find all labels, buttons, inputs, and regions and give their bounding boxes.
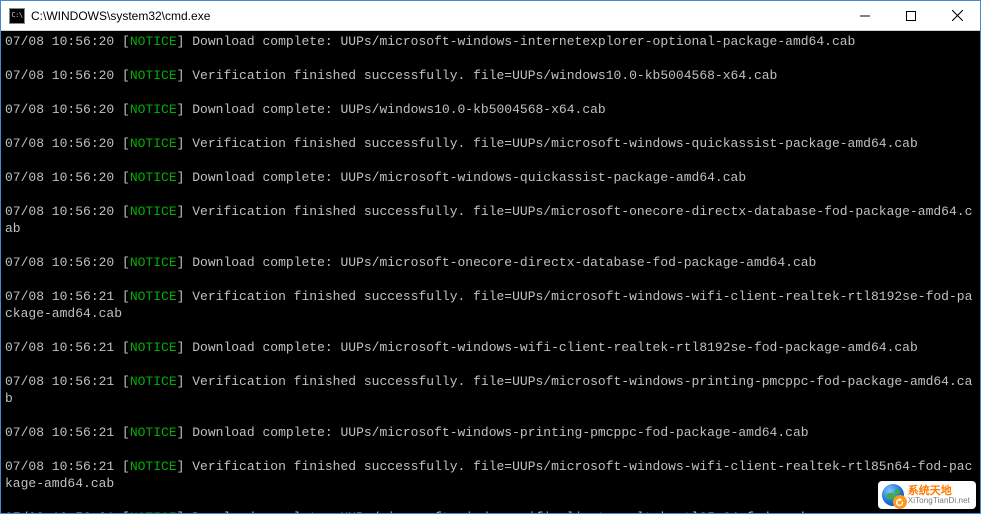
maximize-icon	[906, 11, 916, 21]
log-message: Download complete: UUPs/microsoft-window…	[192, 170, 746, 185]
log-line: 07/08 10:56:20 [NOTICE] Verification fin…	[5, 203, 976, 237]
log-timestamp: 07/08 10:56:21	[5, 510, 114, 513]
log-line: 07/08 10:56:21 [NOTICE] Download complet…	[5, 339, 976, 356]
log-timestamp: 07/08 10:56:20	[5, 68, 114, 83]
log-line: 07/08 10:56:21 [NOTICE] Download complet…	[5, 424, 976, 441]
close-button[interactable]	[934, 1, 980, 30]
log-level: NOTICE	[130, 374, 177, 389]
log-level: NOTICE	[130, 340, 177, 355]
refresh-arrow-icon	[893, 495, 907, 509]
watermark-badge: 系统天地 XiTongTianDi.net	[878, 481, 976, 509]
log-line: 07/08 10:56:20 [NOTICE] Download complet…	[5, 101, 976, 118]
log-line: 07/08 10:56:21 [NOTICE] Verification fin…	[5, 458, 976, 492]
close-icon	[952, 10, 963, 21]
log-level: NOTICE	[130, 102, 177, 117]
minimize-button[interactable]	[842, 1, 888, 30]
watermark-url: XiTongTianDi.net	[908, 497, 970, 505]
log-line: 07/08 10:56:20 [NOTICE] Download complet…	[5, 169, 976, 186]
log-level: NOTICE	[130, 425, 177, 440]
log-timestamp: 07/08 10:56:21	[5, 374, 114, 389]
window-controls	[842, 1, 980, 30]
log-level: NOTICE	[130, 170, 177, 185]
log-level: NOTICE	[130, 510, 177, 513]
log-timestamp: 07/08 10:56:20	[5, 34, 114, 49]
log-line: 07/08 10:56:21 [NOTICE] Verification fin…	[5, 288, 976, 322]
cmd-window: C:\WINDOWS\system32\cmd.exe 07/08 10:56:…	[0, 0, 981, 514]
log-line: 07/08 10:56:20 [NOTICE] Download complet…	[5, 33, 976, 50]
log-line: 07/08 10:56:20 [NOTICE] Download complet…	[5, 254, 976, 271]
log-timestamp: 07/08 10:56:20	[5, 102, 114, 117]
titlebar[interactable]: C:\WINDOWS\system32\cmd.exe	[1, 1, 980, 31]
log-timestamp: 07/08 10:56:21	[5, 289, 114, 304]
log-level: NOTICE	[130, 459, 177, 474]
log-message: Verification finished successfully. file…	[192, 136, 918, 151]
log-line: 07/08 10:56:21 [NOTICE] Download complet…	[5, 509, 976, 513]
log-level: NOTICE	[130, 289, 177, 304]
log-message: Download complete: UUPs/microsoft-window…	[192, 340, 918, 355]
log-line: 07/08 10:56:21 [NOTICE] Verification fin…	[5, 373, 976, 407]
log-level: NOTICE	[130, 255, 177, 270]
log-timestamp: 07/08 10:56:20	[5, 204, 114, 219]
log-message: Download complete: UUPs/microsoft-window…	[192, 425, 808, 440]
log-timestamp: 07/08 10:56:20	[5, 170, 114, 185]
log-level: NOTICE	[130, 204, 177, 219]
console-output[interactable]: 07/08 10:56:20 [NOTICE] Download complet…	[1, 31, 980, 513]
log-level: NOTICE	[130, 68, 177, 83]
cmd-icon	[9, 8, 25, 24]
log-timestamp: 07/08 10:56:21	[5, 459, 114, 474]
log-message: Download complete: UUPs/microsoft-window…	[192, 34, 855, 49]
log-timestamp: 07/08 10:56:20	[5, 136, 114, 151]
log-timestamp: 07/08 10:56:21	[5, 340, 114, 355]
log-message: Download complete: UUPs/microsoft-onecor…	[192, 255, 816, 270]
maximize-button[interactable]	[888, 1, 934, 30]
log-timestamp: 07/08 10:56:20	[5, 255, 114, 270]
window-title: C:\WINDOWS\system32\cmd.exe	[31, 9, 210, 23]
log-level: NOTICE	[130, 136, 177, 151]
log-timestamp: 07/08 10:56:21	[5, 425, 114, 440]
minimize-icon	[860, 11, 870, 21]
log-message: Download complete: UUPs/windows10.0-kb50…	[192, 102, 605, 117]
log-message: Download complete: UUPs/microsoft-window…	[192, 510, 847, 513]
watermark-name: 系统天地	[908, 486, 970, 497]
log-line: 07/08 10:56:20 [NOTICE] Verification fin…	[5, 135, 976, 152]
log-message: Verification finished successfully. file…	[192, 68, 777, 83]
log-level: NOTICE	[130, 34, 177, 49]
log-line: 07/08 10:56:20 [NOTICE] Verification fin…	[5, 67, 976, 84]
